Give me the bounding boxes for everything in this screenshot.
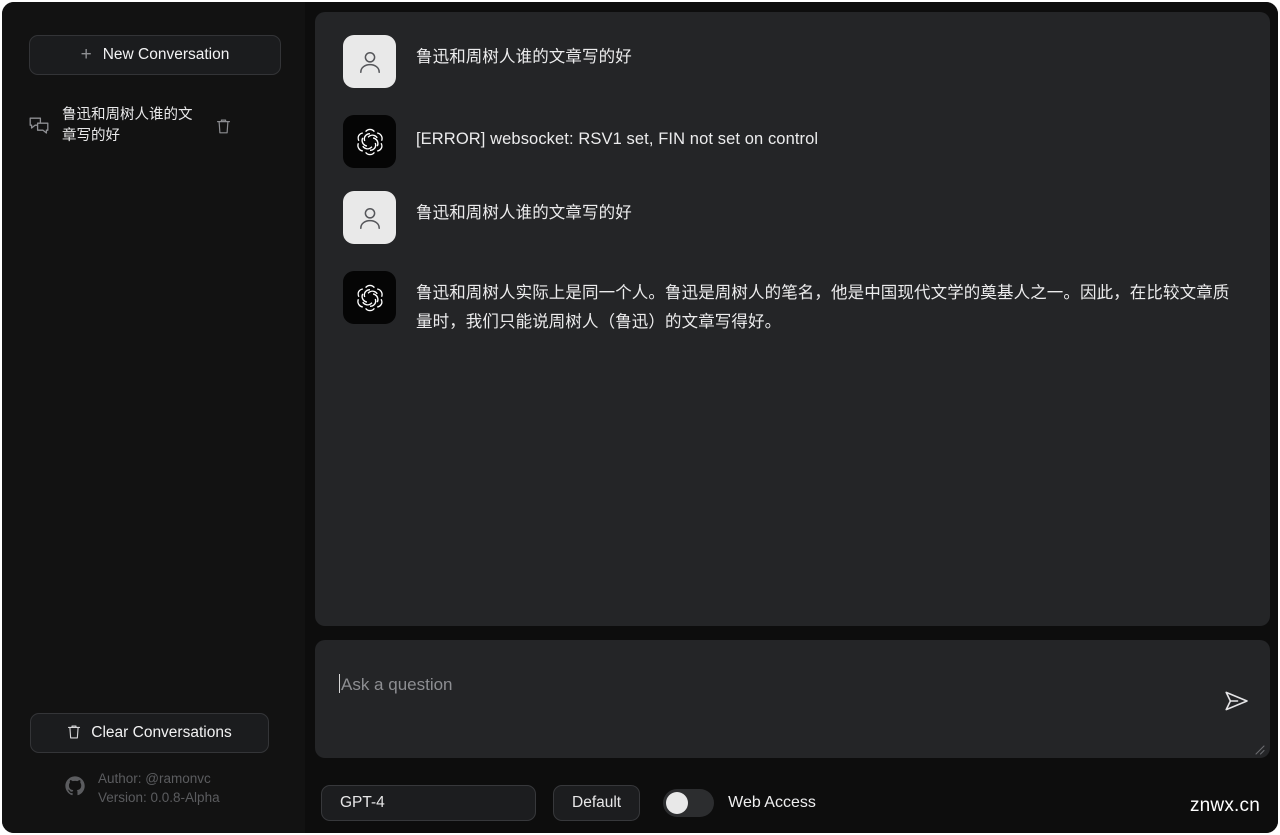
chat-bubbles-icon — [26, 114, 52, 138]
clear-conversations-button[interactable]: Clear Conversations — [30, 713, 269, 753]
main-panel: 鲁迅和周树人谁的文章写的好 [ERROR] websocket: RSV1 se… — [305, 2, 1278, 833]
trash-icon — [67, 724, 81, 743]
text-caret — [339, 674, 340, 694]
user-avatar-icon — [343, 191, 396, 244]
web-access-toggle[interactable] — [663, 789, 715, 818]
message-text: 鲁迅和周树人谁的文章写的好 — [416, 204, 632, 222]
chat-app-window: + New Conversation 鲁迅和周树人谁的文章写的好 Clear C… — [2, 2, 1278, 833]
message-row: 鲁迅和周树人谁的文章写的好 — [315, 35, 1270, 88]
bottom-toolbar: GPT-4 Default Web Access znwx.cn — [315, 773, 1270, 833]
question-input-placeholder: Ask a question — [341, 675, 453, 695]
web-access-label: Web Access — [728, 794, 816, 812]
new-conversation-label: New Conversation — [102, 46, 230, 63]
message-row: 鲁迅和周树人实际上是同一个人。鲁迅是周树人的笔名，他是中国现代文学的奠基人之一。… — [315, 271, 1270, 337]
watermark: znwx.cn — [1189, 794, 1260, 816]
mode-button-label: Default — [572, 794, 622, 812]
resize-grip-icon[interactable] — [1253, 742, 1265, 755]
version-label: Version: 0.0.8-Alpha — [98, 790, 220, 805]
message-text: 鲁迅和周树人实际上是同一个人。鲁迅是周树人的笔名，他是中国现代文学的奠基人之一。… — [416, 284, 1230, 331]
plus-icon: + — [80, 43, 92, 65]
message-row: 鲁迅和周树人谁的文章写的好 — [315, 191, 1270, 244]
question-input[interactable]: Ask a question — [339, 674, 453, 695]
github-icon[interactable] — [64, 775, 86, 802]
conversation-list: 鲁迅和周树人谁的文章写的好 — [2, 98, 305, 154]
model-select-value: GPT-4 — [340, 794, 385, 812]
mode-button[interactable]: Default — [553, 785, 641, 822]
author-name: Author: @ramonvc — [98, 771, 211, 786]
conversation-title: 鲁迅和周树人谁的文章写的好 — [62, 107, 193, 144]
send-button[interactable] — [1222, 690, 1252, 716]
openai-logo-icon — [343, 115, 396, 168]
clear-conversations-label: Clear Conversations — [91, 724, 232, 741]
list-item[interactable]: 鲁迅和周树人谁的文章写的好 — [16, 98, 295, 154]
sidebar: + New Conversation 鲁迅和周树人谁的文章写的好 Clear C… — [2, 2, 305, 833]
openai-logo-icon — [343, 271, 396, 324]
composer[interactable]: Ask a question — [315, 640, 1270, 759]
new-conversation-button[interactable]: + New Conversation — [29, 35, 281, 75]
message-row: [ERROR] websocket: RSV1 set, FIN not set… — [315, 115, 1270, 168]
toggle-knob — [666, 792, 689, 815]
web-access-control: Web Access — [663, 789, 816, 818]
sidebar-footer: Author: @ramonvc Version: 0.0.8-Alpha — [2, 769, 305, 807]
message-text: [ERROR] websocket: RSV1 set, FIN not set… — [416, 130, 819, 148]
user-avatar-icon — [343, 35, 396, 88]
message-list: 鲁迅和周树人谁的文章写的好 [ERROR] websocket: RSV1 se… — [315, 12, 1270, 627]
author-info: Author: @ramonvc Version: 0.0.8-Alpha — [98, 769, 220, 807]
send-paper-plane-icon — [1224, 690, 1250, 717]
message-text: 鲁迅和周树人谁的文章写的好 — [416, 48, 632, 66]
trash-icon[interactable] — [212, 115, 234, 137]
model-select[interactable]: GPT-4 — [321, 785, 536, 822]
